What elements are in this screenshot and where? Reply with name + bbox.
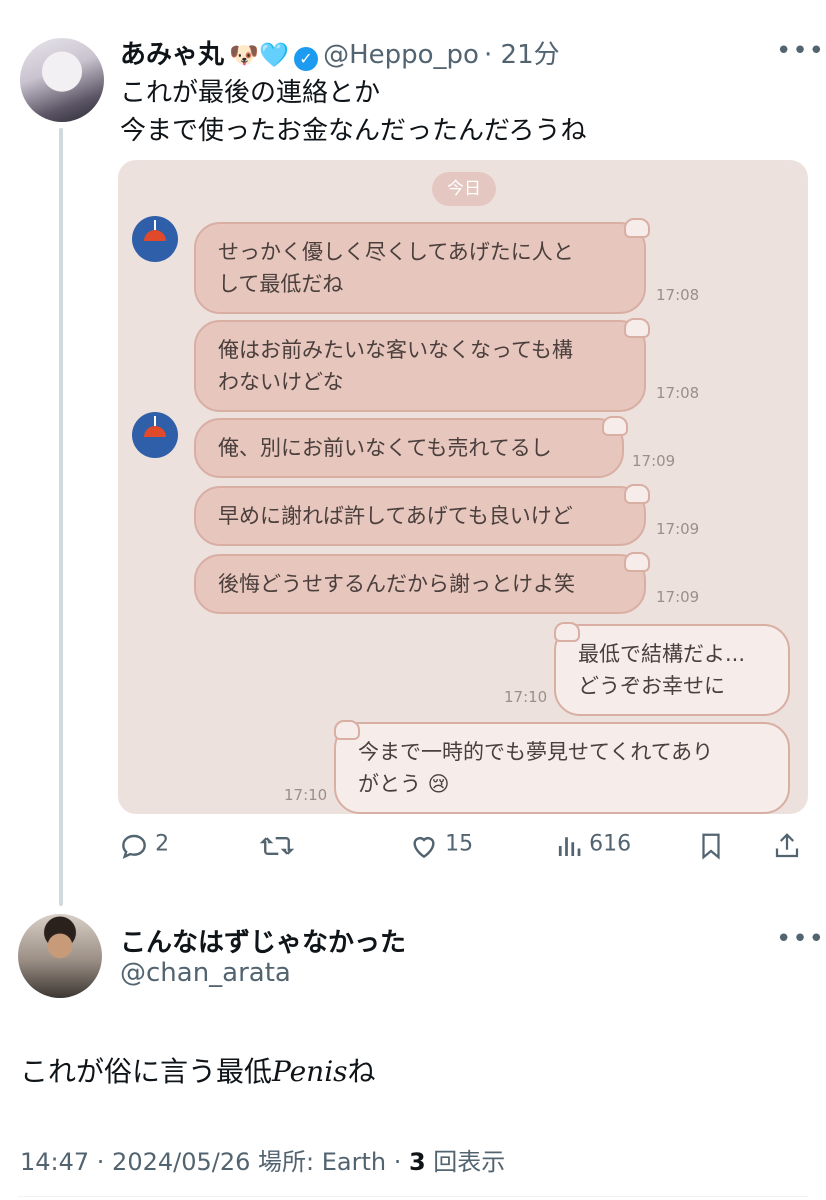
reply-button[interactable]: 2 [118, 830, 169, 862]
bubble-ear [624, 218, 650, 238]
message-text: して最低だね [218, 272, 344, 296]
tweet-text-line: これが最後の連絡とか [120, 78, 381, 108]
chat-bubble: 俺、別にお前いなくても売れてるし [194, 418, 624, 478]
message-text: 後悔どうせするんだから謝っとけよ笑 [218, 572, 575, 596]
reply-text: これが俗に言う最低Penisね [20, 1050, 376, 1090]
views-icon [558, 837, 581, 856]
like-button[interactable]: 15 [408, 830, 473, 862]
view-label: 回表示 [425, 1148, 506, 1176]
bubble-ear [624, 484, 650, 504]
retweet-button[interactable] [259, 830, 295, 862]
like-count: 15 [445, 831, 474, 857]
message-time: 17:09 [656, 520, 700, 538]
message-time: 17:08 [656, 286, 700, 304]
day-label: 今日 [432, 172, 496, 206]
reply-text-part: ね [347, 1055, 376, 1088]
view-count: 3 [408, 1148, 426, 1176]
message-text: 早めに謝れば許してあげても良いけど [218, 504, 573, 528]
bookmark-button[interactable] [696, 830, 726, 866]
message-time: 17:08 [656, 384, 700, 402]
reply-author-handle[interactable]: @chan_arata [120, 958, 291, 988]
chat-avatar [132, 412, 178, 458]
retweet-icon [259, 836, 295, 856]
reply-count: 2 [155, 831, 170, 857]
share-button[interactable] [772, 830, 802, 866]
author-handle[interactable]: @Heppo_po [323, 40, 479, 70]
timestamp[interactable]: 14:47 · 2024/05/26 場所: Earth · [20, 1148, 409, 1176]
chat-bubble-own: 最低で結構だよ... どうぞお幸せに [554, 624, 790, 716]
tweet-header: あみゃ丸 🐶🩵 ✓ @Heppo_po · 21分 [120, 34, 560, 71]
action-bar: 2 15 616 [118, 830, 808, 870]
verified-icon: ✓ [293, 46, 318, 71]
tweet-body: これが最後の連絡とか 今まで使ったお金なんだったんだろうね [120, 74, 586, 150]
tweet-text-line: 今まで使ったお金なんだったんだろうね [120, 116, 587, 146]
chat-bubble: 早めに謝れば許してあげても良いけど [194, 486, 646, 546]
bubble-ear [624, 318, 650, 338]
message-time: 17:09 [632, 452, 676, 470]
view-count: 616 [589, 831, 632, 857]
reply-author-name[interactable]: こんなはずじゃなかった [120, 922, 406, 959]
bubble-ear [602, 416, 628, 436]
message-time: 17:10 [284, 786, 328, 804]
reply-text-part: これが俗に言う最低 [20, 1055, 273, 1088]
chat-bubble: 俺はお前みたいな客いなくなっても構 わないけどな [194, 320, 646, 412]
message-text: 俺はお前みたいな客いなくなっても構 [218, 338, 573, 362]
tweet-media-image[interactable]: 今日 せっかく優しく尽くしてあげたに人と して最低だね 17:08 俺はお前みた… [118, 160, 808, 814]
message-text: せっかく優しく尽くしてあげたに人と [218, 240, 574, 264]
tweet-time[interactable]: · 21分 [484, 40, 560, 70]
divider [18, 1196, 808, 1197]
author-name[interactable]: あみゃ丸 [120, 40, 224, 70]
like-icon [413, 837, 435, 859]
chat-avatar [132, 216, 178, 262]
message-text: わないけどな [218, 370, 344, 394]
bubble-ear [624, 552, 650, 572]
message-text: どうぞお幸せに [578, 674, 725, 698]
reply-author-avatar[interactable] [18, 914, 102, 998]
author-avatar[interactable] [20, 38, 104, 122]
message-time: 17:10 [504, 688, 548, 706]
chat-bubble: せっかく優しく尽くしてあげたに人と して最低だね [194, 222, 646, 314]
thread-line [59, 128, 63, 906]
chat-bubble-own: 今まで一時的でも夢見せてくれてあり がとう 😢 [334, 722, 790, 814]
bookmark-icon [702, 833, 720, 860]
views-button[interactable]: 616 [554, 830, 631, 862]
tweet-meta: 14:47 · 2024/05/26 場所: Earth · 3 回表示 [20, 1142, 505, 1177]
message-text: 最低で結構だよ... [578, 642, 746, 666]
more-icon[interactable]: ••• [776, 924, 825, 954]
message-text: 今まで一時的でも夢見せてくれてあり [358, 740, 714, 764]
bubble-ear [334, 720, 360, 740]
message-time: 17:09 [656, 588, 700, 606]
share-icon [775, 833, 799, 858]
reply-icon [122, 834, 146, 859]
name-emojis: 🐶🩵 [229, 41, 289, 69]
message-text: がとう 😢 [358, 772, 450, 796]
chat-bubble: 後悔どうせするんだから謝っとけよ笑 [194, 554, 646, 614]
more-icon[interactable]: ••• [776, 36, 825, 66]
reply-text-italic: Penis [272, 1055, 348, 1088]
message-text: 俺、別にお前いなくても売れてるし [218, 436, 552, 460]
bubble-ear [554, 622, 580, 642]
